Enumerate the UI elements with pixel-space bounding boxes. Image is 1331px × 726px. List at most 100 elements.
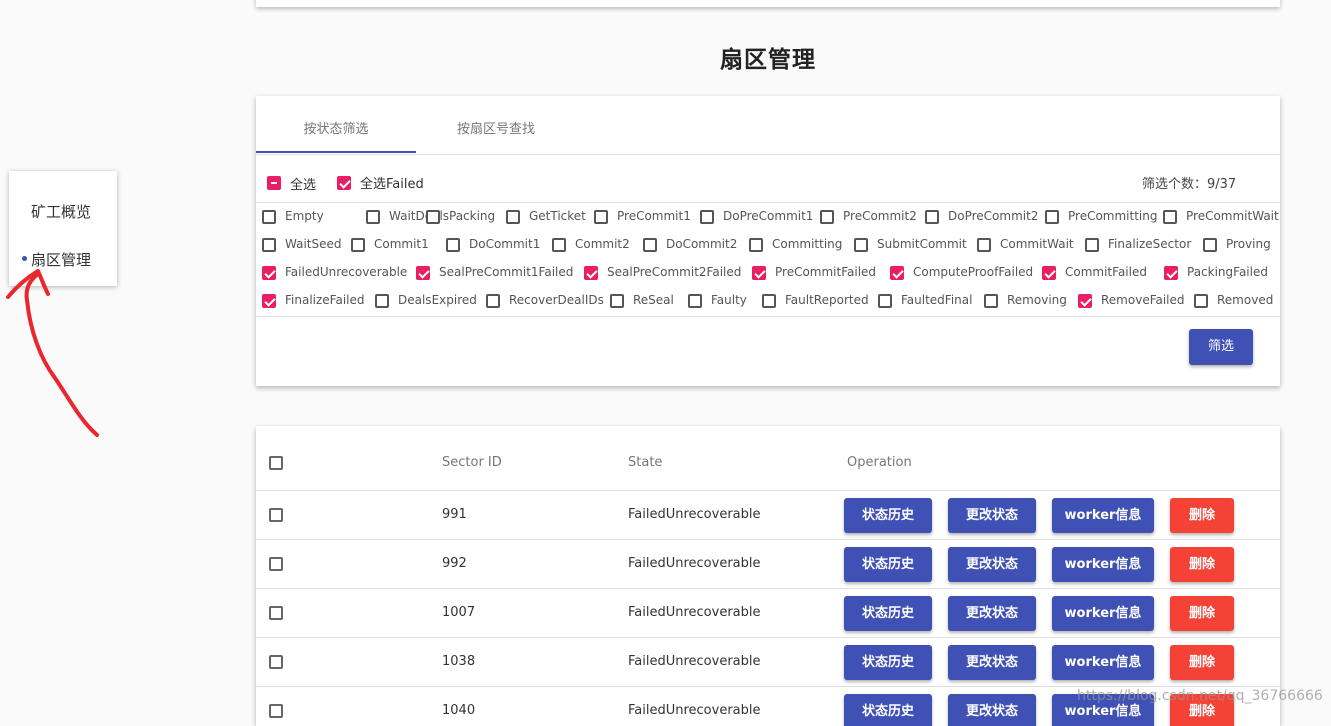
- state-checkbox-label: RecoverDealIDs: [509, 293, 604, 307]
- header-state: State: [628, 455, 663, 470]
- delete-button[interactable]: 删除: [1170, 645, 1234, 680]
- worker-info-button[interactable]: worker信息: [1052, 547, 1154, 582]
- checkbox-checked-icon: [337, 176, 351, 190]
- filter-count: 筛选个数：9/37: [1142, 177, 1237, 192]
- cell-state: FailedUnrecoverable: [628, 556, 761, 571]
- filter-button[interactable]: 筛选: [1189, 329, 1253, 365]
- state-checkbox-label: FaultReported: [785, 293, 869, 307]
- checkbox-icon: [262, 238, 276, 252]
- cell-state: FailedUnrecoverable: [628, 507, 761, 522]
- state-checkbox-label: Removed: [1217, 293, 1274, 307]
- state-checkbox-label: Empty: [285, 209, 324, 223]
- select-all-label: 全选: [290, 178, 317, 193]
- checkbox-checked-icon: [262, 266, 276, 280]
- filter-card: 按状态筛选 按扇区号查找 全选 全选Failed 筛选个数：9/37 Empty…: [256, 96, 1280, 386]
- state-checkbox-label: SealPreCommit2Failed: [607, 265, 742, 279]
- change-state-button[interactable]: 更改状态: [948, 498, 1036, 533]
- checkbox-checked-icon: [1078, 294, 1092, 308]
- state-history-button[interactable]: 状态历史: [844, 547, 932, 582]
- state-checkbox-label: Committing: [772, 237, 843, 251]
- state-checkbox-label: Proving: [1226, 237, 1271, 251]
- checkbox-icon: [700, 210, 714, 224]
- checkbox-icon: [688, 294, 702, 308]
- state-checkbox-label: DoCommit2: [666, 237, 738, 251]
- state-checkbox-label: Commit1: [374, 237, 429, 251]
- change-state-button[interactable]: 更改状态: [948, 645, 1036, 680]
- checkbox-icon: [762, 294, 776, 308]
- tab-search-by-sector-id[interactable]: 按扇区号查找: [416, 96, 576, 154]
- state-history-button[interactable]: 状态历史: [844, 596, 932, 631]
- worker-info-button[interactable]: worker信息: [1052, 645, 1154, 680]
- checkbox-icon: [820, 210, 834, 224]
- checkbox-icon: [262, 210, 276, 224]
- checkbox-checked-icon: [1042, 266, 1056, 280]
- state-checkbox-label: Commit2: [575, 237, 630, 251]
- checkbox-icon: [854, 238, 868, 252]
- tab-filter-by-state[interactable]: 按状态筛选: [256, 96, 416, 154]
- annotation-arrow-icon: [6, 269, 99, 437]
- checkbox-icon: [506, 210, 520, 224]
- change-state-button[interactable]: 更改状态: [948, 547, 1036, 582]
- checkbox-icon: [643, 238, 657, 252]
- checkbox-checked-icon: [1164, 266, 1178, 280]
- checkbox-icon: [486, 294, 500, 308]
- checkbox-icon: [594, 210, 608, 224]
- change-state-button[interactable]: 更改状态: [948, 694, 1036, 726]
- cell-sector-id: 1007: [442, 605, 476, 620]
- nav-item-miner-overview[interactable]: 矿工概览: [31, 201, 91, 222]
- checkbox-icon: [1085, 238, 1099, 252]
- checkbox-icon: [1045, 210, 1059, 224]
- row-checkbox[interactable]: [269, 557, 283, 571]
- checkbox-icon: [375, 294, 389, 308]
- delete-button[interactable]: 删除: [1170, 498, 1234, 533]
- state-checkbox-label: PreCommit1: [617, 209, 691, 223]
- page-title: 扇区管理: [720, 47, 816, 73]
- checkbox-checked-icon: [752, 266, 766, 280]
- worker-info-button[interactable]: worker信息: [1052, 498, 1154, 533]
- state-checkbox-label: PackingFailed: [1187, 265, 1268, 279]
- tab-label: 按扇区号查找: [456, 122, 535, 137]
- checkbox-icon: [351, 238, 365, 252]
- select-all-rows-checkbox[interactable]: [269, 456, 283, 470]
- state-checkbox-label: PreCommit2: [843, 209, 917, 223]
- checkbox-icon: [426, 210, 440, 224]
- checkbox-icon: [878, 294, 892, 308]
- delete-button[interactable]: 删除: [1170, 596, 1234, 631]
- state-checkbox-label: Packing: [449, 209, 496, 223]
- table-row: 992 FailedUnrecoverable 状态历史 更改状态 worker信息 删除: [256, 539, 1280, 589]
- state-checkbox-label: DoPreCommit2: [948, 209, 1039, 223]
- tab-label: 按状态筛选: [303, 122, 369, 137]
- state-checkbox-label: SubmitCommit: [877, 237, 967, 251]
- delete-button[interactable]: 删除: [1170, 547, 1234, 582]
- state-history-button[interactable]: 状态历史: [844, 498, 932, 533]
- row-checkbox[interactable]: [269, 508, 283, 522]
- state-checkbox-label: ComputeProofFailed: [913, 265, 1034, 279]
- state-checkbox-label: Faulty: [711, 293, 747, 307]
- table-row: 1038 FailedUnrecoverable 状态历史 更改状态 worker信息删…: [256, 637, 1280, 687]
- checkbox-icon: [552, 238, 566, 252]
- row-checkbox[interactable]: [269, 606, 283, 620]
- state-checkbox-label: DealsExpired: [398, 293, 477, 307]
- state-history-button[interactable]: 状态历史: [844, 645, 932, 680]
- state-checkbox-label: SealPreCommit1Failed: [439, 265, 574, 279]
- cell-sector-id: 992: [442, 556, 467, 571]
- divider: [256, 202, 1280, 203]
- checkbox-icon: [1194, 294, 1208, 308]
- state-checkbox-label: CommitWait: [1000, 237, 1074, 251]
- change-state-button[interactable]: 更改状态: [948, 596, 1036, 631]
- state-checkbox-label: PreCommitFailed: [775, 265, 877, 279]
- state-checkbox-label: FinalizeSector: [1108, 237, 1192, 251]
- state-checkbox-label: DoPreCommit1: [723, 209, 814, 223]
- sector-table: Sector ID State Operation 991 FailedUnrec…: [256, 426, 1280, 726]
- nav-item-label: 矿工概览: [31, 203, 92, 221]
- state-history-button[interactable]: 状态历史: [844, 694, 932, 726]
- state-checkbox-label: WaitDeals: [389, 209, 450, 223]
- cell-sector-id: 1038: [442, 654, 476, 669]
- state-checkbox-label: PreCommitWait: [1186, 209, 1279, 223]
- checkbox-indeterminate-icon: [267, 176, 281, 190]
- row-checkbox[interactable]: [269, 655, 283, 669]
- filter-tabs: 按状态筛选 按扇区号查找: [256, 96, 1280, 155]
- cell-state: FailedUnrecoverable: [628, 605, 761, 620]
- active-tab-indicator: [256, 151, 416, 153]
- worker-info-button[interactable]: worker信息: [1052, 596, 1154, 631]
